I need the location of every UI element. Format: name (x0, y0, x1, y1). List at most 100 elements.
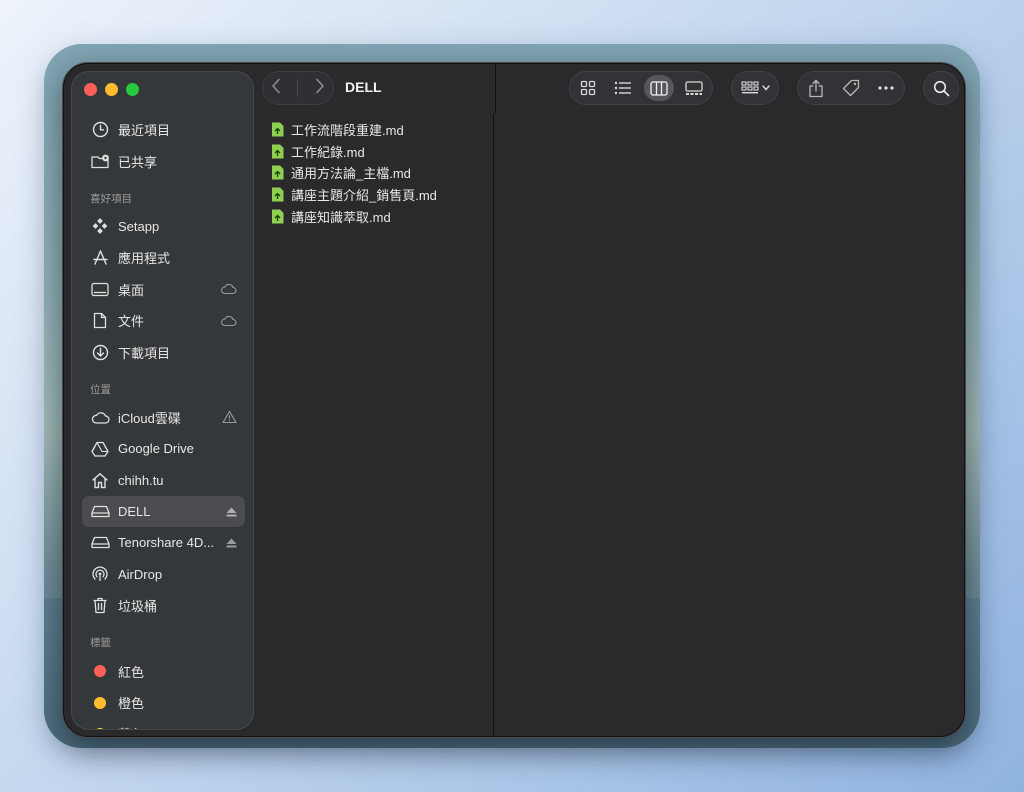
setapp-icon (90, 216, 110, 236)
icon-view-icon (580, 80, 595, 96)
zoom-button[interactable] (126, 83, 139, 96)
column-view-button[interactable] (643, 75, 674, 101)
sidebar-item-setapp[interactable]: Setapp (82, 211, 245, 242)
applications-icon (90, 248, 110, 268)
sidebar-item-label: 最近項目 (118, 123, 171, 139)
action-group (797, 71, 905, 105)
sidebar-item-google-drive[interactable]: Google Drive (82, 433, 245, 464)
file-name: 講座主題介紹_銷售頁.md (291, 188, 437, 204)
sidebar-item-trash[interactable]: 垃圾桶 (82, 590, 245, 621)
sidebar-item-icloud[interactable]: iCloud雲碟 (82, 402, 245, 433)
markdown-file-icon (272, 187, 284, 202)
close-button[interactable] (84, 83, 97, 96)
file-item[interactable]: 講座知識萃取.md (261, 205, 493, 227)
search-icon (933, 80, 949, 96)
sidebar-item-label: 黃色 (118, 724, 144, 729)
file-name: 講座知識萃取.md (291, 209, 391, 225)
sidebar-section-favorites: 喜好項目 (90, 192, 132, 205)
window-title: DELL (345, 79, 382, 95)
sidebar-item-downloads[interactable]: 下載項目 (82, 336, 245, 367)
desktop-icon (90, 279, 110, 299)
red-tag-dot-icon (90, 661, 110, 681)
google-drive-icon (90, 439, 110, 459)
window-controls (84, 83, 139, 96)
sidebar-item-home[interactable]: chihh.tu (82, 465, 245, 496)
group-by-button[interactable] (731, 71, 779, 105)
gallery-view-button[interactable] (679, 75, 709, 101)
sidebar-item-label: iCloud雲碟 (118, 410, 181, 426)
forward-button[interactable] (315, 78, 325, 99)
trash-icon (90, 596, 110, 616)
sidebar-item-tag-red[interactable]: 紅色 (82, 655, 245, 686)
sidebar-section-tags: 標籤 (90, 637, 111, 650)
sidebar-item-shared[interactable]: 已共享 (82, 145, 245, 176)
sidebar-item-documents[interactable]: 文件 (82, 305, 245, 336)
shared-folder-icon (90, 151, 110, 171)
file-name: 工作流階段重建.md (291, 123, 404, 139)
search-button[interactable] (923, 71, 959, 105)
sidebar-item-dell[interactable]: DELL (82, 495, 245, 528)
eject-icon[interactable] (226, 507, 237, 517)
column-view-icon (650, 80, 668, 96)
sidebar-item-tag-orange[interactable]: 橙色 (82, 687, 245, 718)
finder-window: 最近項目 已共享 喜好項目 Setapp 應用程式 桌面 文件 下載項目 位置 … (62, 62, 966, 738)
view-mode-group (569, 71, 713, 105)
column-divider (495, 63, 496, 113)
sidebar-item-label: Google Drive (118, 441, 194, 457)
chevron-down-icon (761, 85, 770, 91)
navigation-buttons (262, 71, 334, 105)
file-item[interactable]: 工作紀錄.md (261, 141, 493, 163)
sidebar-item-label: 文件 (118, 314, 145, 330)
minimize-button[interactable] (105, 83, 118, 96)
group-by-icon (740, 81, 770, 95)
back-button[interactable] (271, 78, 281, 99)
clock-icon (90, 120, 110, 140)
icon-view-button[interactable] (573, 75, 603, 101)
sidebar-item-label: Tenorshare 4D... (118, 535, 215, 551)
more-icon (878, 86, 894, 90)
sidebar-item-label: AirDrop (118, 566, 163, 582)
drive-icon (90, 502, 110, 522)
warning-icon[interactable] (222, 411, 237, 424)
sidebar-item-label: 垃圾桶 (118, 599, 158, 615)
markdown-file-icon (272, 165, 284, 180)
list-view-icon (615, 81, 632, 95)
sidebar-item-label: 紅色 (118, 664, 145, 680)
file-item[interactable]: 工作流階段重建.md (261, 119, 493, 141)
sidebar-item-label: 下載項目 (118, 345, 171, 361)
file-column: 工作流階段重建.md 工作紀錄.md 通用方法論_主檔.md 講座主題介紹_銷售… (261, 113, 494, 737)
sidebar-section-locations: 位置 (90, 383, 111, 396)
yellow-tag-dot-icon (90, 724, 110, 729)
orange-tag-dot-icon (90, 693, 110, 713)
tag-button[interactable] (836, 75, 866, 101)
sidebar-item-desktop[interactable]: 桌面 (82, 274, 245, 305)
more-button[interactable] (871, 75, 901, 101)
share-icon (809, 79, 823, 97)
file-item[interactable]: 通用方法論_主檔.md (261, 162, 493, 184)
sidebar-item-recents[interactable]: 最近項目 (82, 114, 245, 145)
tag-icon (842, 79, 860, 97)
document-icon (90, 311, 110, 331)
sidebar-item-label: Setapp (118, 218, 160, 234)
download-icon (90, 342, 110, 362)
sidebar-item-airdrop[interactable]: AirDrop (82, 559, 245, 590)
share-button[interactable] (801, 75, 831, 101)
sidebar-item-applications[interactable]: 應用程式 (82, 242, 245, 273)
sidebar-item-tag-yellow[interactable]: 黃色 (82, 718, 245, 729)
eject-icon[interactable] (226, 538, 237, 548)
cloud-icon (220, 315, 237, 326)
sidebar: 最近項目 已共享 喜好項目 Setapp 應用程式 桌面 文件 下載項目 位置 … (71, 71, 254, 730)
drive-icon (90, 533, 110, 553)
sidebar-item-label: 已共享 (118, 154, 158, 170)
list-view-button[interactable] (608, 75, 638, 101)
file-name: 工作紀錄.md (291, 144, 365, 160)
nav-separator (297, 79, 299, 97)
sidebar-item-label: 橙色 (118, 696, 145, 712)
sidebar-item-label: 應用程式 (118, 251, 171, 267)
sidebar-item-tenorshare[interactable]: Tenorshare 4D... (82, 527, 245, 558)
sidebar-item-label: 桌面 (118, 282, 145, 298)
file-name: 通用方法論_主檔.md (291, 166, 411, 182)
airdrop-icon (90, 564, 110, 584)
file-item[interactable]: 講座主題介紹_銷售頁.md (261, 184, 493, 206)
markdown-file-icon (272, 144, 284, 159)
